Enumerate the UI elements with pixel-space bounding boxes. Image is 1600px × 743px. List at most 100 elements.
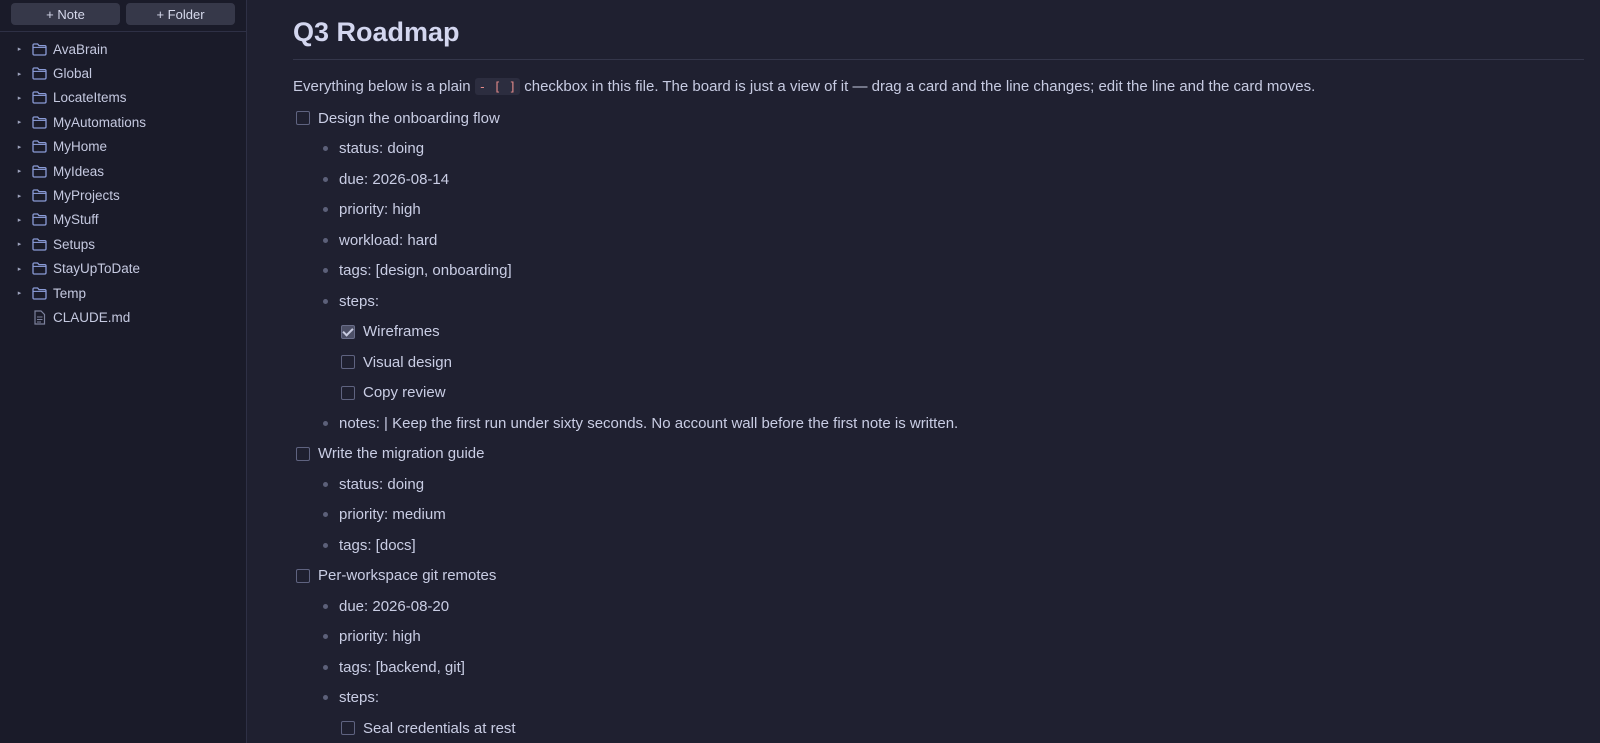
- new-folder-button[interactable]: + Folder: [126, 3, 235, 25]
- line-text: tags: [docs]: [339, 536, 416, 554]
- property-line: tags: [docs]: [293, 530, 1584, 561]
- checkbox[interactable]: [341, 385, 355, 400]
- folder-item[interactable]: ▸ MyIdeas: [0, 159, 246, 183]
- file-icon: [31, 310, 47, 325]
- inline-code: - [ ]: [474, 77, 521, 95]
- property-line: priority: medium: [293, 500, 1584, 531]
- folder-name: Temp: [53, 285, 87, 301]
- line-text: priority: high: [339, 628, 421, 646]
- property-line: status: doing: [293, 134, 1584, 165]
- line-text: workload: hard: [339, 231, 438, 249]
- task-line: Visual design: [293, 347, 1584, 378]
- bullet-icon: [323, 634, 328, 640]
- line-text: status: doing: [339, 475, 425, 493]
- property-line: due: 2026-08-20: [293, 591, 1584, 622]
- folder-name: LocateItems: [53, 90, 127, 106]
- checkbox[interactable]: [296, 111, 310, 126]
- checkbox[interactable]: [296, 568, 310, 583]
- bullet-icon: [323, 512, 328, 518]
- caret-right-icon[interactable]: ▸: [0, 143, 31, 151]
- checkbox[interactable]: [296, 446, 310, 461]
- sidebar: + Note + Folder ▸ AvaBrain ▸ Global ▸ Loca…: [0, 0, 247, 743]
- folder-name: MyProjects: [53, 188, 120, 204]
- folder-icon: [31, 67, 47, 81]
- task-line: Design the onboarding flow: [293, 103, 1584, 134]
- line-text: tags: [design, onboarding]: [339, 262, 512, 280]
- folder-item[interactable]: ▸ Temp: [0, 281, 246, 305]
- caret-right-icon[interactable]: ▸: [0, 118, 31, 126]
- folder-icon: [31, 164, 47, 178]
- caret-right-icon[interactable]: ▸: [0, 70, 31, 78]
- task-line: Per-workspace git remotes: [293, 561, 1584, 592]
- page-title: Q3 Roadmap: [293, 17, 1584, 60]
- folder-name: MyAutomations: [53, 114, 147, 130]
- folder-item[interactable]: ▸ LocateItems: [0, 86, 246, 110]
- line-text: Visual design: [363, 353, 452, 371]
- line-text: Wireframes: [363, 323, 440, 341]
- folder-icon: [31, 213, 47, 227]
- caret-right-icon[interactable]: ▸: [0, 216, 31, 224]
- intro-text-before: Everything below is a plain: [293, 77, 471, 95]
- folder-item[interactable]: ▸ MyAutomations: [0, 110, 246, 134]
- line-text: Write the migration guide: [318, 445, 485, 463]
- line-text: due: 2026-08-14: [339, 170, 450, 188]
- folder-icon: [31, 237, 47, 251]
- caret-right-icon[interactable]: ▸: [0, 45, 31, 53]
- line-text: steps:: [339, 292, 380, 310]
- folder-name: MyStuff: [53, 212, 99, 228]
- line-text: Copy review: [363, 384, 446, 402]
- checkbox[interactable]: [341, 721, 355, 736]
- folder-name: Setups: [53, 236, 96, 252]
- new-note-button[interactable]: + Note: [11, 3, 120, 25]
- line-text: Design the onboarding flow: [318, 109, 500, 127]
- task-list: Design the onboarding flow status: doing d…: [293, 103, 1584, 743]
- folder-name: Global: [53, 66, 93, 82]
- folder-icon: [31, 42, 47, 56]
- checkbox[interactable]: [341, 324, 355, 339]
- folder-item[interactable]: ▸ StayUpToDate: [0, 257, 246, 281]
- bullet-icon: [323, 176, 328, 182]
- folder-item[interactable]: ▸ MyHome: [0, 135, 246, 159]
- folder-item[interactable]: ▸ MyProjects: [0, 183, 246, 207]
- property-line: workload: hard: [293, 225, 1584, 256]
- bullet-icon: [323, 481, 328, 487]
- property-line: tags: [design, onboarding]: [293, 256, 1584, 287]
- line-text: notes: | Keep the first run under sixty …: [339, 414, 959, 432]
- folder-icon: [31, 262, 47, 276]
- bullet-icon: [323, 207, 328, 213]
- line-text: status: doing: [339, 140, 425, 158]
- caret-right-icon[interactable]: ▸: [0, 192, 31, 200]
- folder-item[interactable]: ▸ AvaBrain: [0, 37, 246, 61]
- bullet-icon: [323, 146, 328, 152]
- folder-item[interactable]: ▸ Global: [0, 61, 246, 85]
- line-text: due: 2026-08-20: [339, 597, 450, 615]
- caret-right-icon[interactable]: ▸: [0, 240, 31, 248]
- file-item[interactable]: CLAUDE.md: [0, 305, 246, 329]
- file-name: CLAUDE.md: [53, 309, 131, 325]
- folder-name: StayUpToDate: [53, 261, 141, 277]
- folder-item[interactable]: ▸ MyStuff: [0, 208, 246, 232]
- line-text: steps:: [339, 689, 380, 707]
- folder-icon: [31, 286, 47, 300]
- bullet-icon: [323, 695, 328, 701]
- line-text: priority: medium: [339, 506, 446, 524]
- editor[interactable]: Q3 Roadmap Everything below is a plain -…: [248, 0, 1600, 743]
- caret-right-icon[interactable]: ▸: [0, 94, 31, 102]
- folder-item[interactable]: ▸ Setups: [0, 232, 246, 256]
- caret-right-icon[interactable]: ▸: [0, 289, 31, 297]
- bullet-icon: [323, 603, 328, 609]
- caret-right-icon[interactable]: ▸: [0, 167, 31, 175]
- checkbox[interactable]: [341, 355, 355, 370]
- bullet-icon: [323, 298, 328, 304]
- folder-icon: [31, 91, 47, 105]
- bullet-icon: [323, 268, 328, 274]
- line-text: Seal credentials at rest: [363, 719, 516, 737]
- folder-icon: [31, 189, 47, 203]
- line-text: tags: [backend, git]: [339, 658, 465, 676]
- caret-right-icon[interactable]: ▸: [0, 265, 31, 273]
- property-line: status: doing: [293, 469, 1584, 500]
- file-tree: ▸ AvaBrain ▸ Global ▸ LocateItems ▸ MyAutom…: [0, 32, 246, 330]
- folder-name: MyIdeas: [53, 163, 105, 179]
- bullet-icon: [323, 542, 328, 548]
- property-line: notes: | Keep the first run under sixty …: [293, 408, 1584, 439]
